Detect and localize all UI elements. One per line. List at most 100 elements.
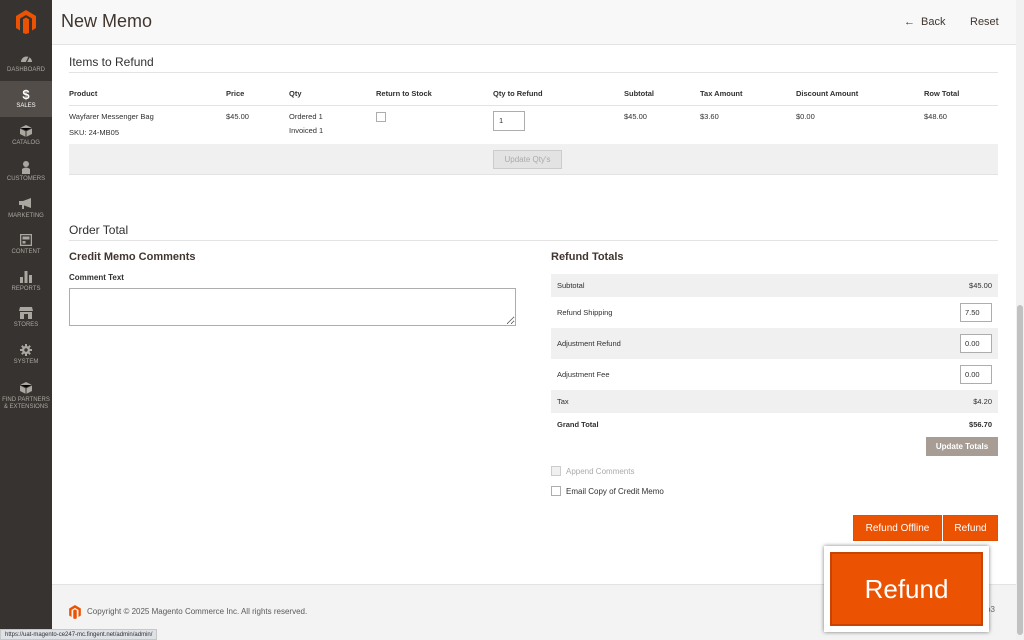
divider (69, 240, 998, 241)
back-button[interactable]: ← Back (904, 16, 945, 28)
adjustment-refund-label: Adjustment Refund (557, 339, 621, 348)
items-to-refund-title: Items to Refund (69, 55, 154, 69)
order-total-title: Order Total (69, 223, 129, 237)
comment-text-input[interactable] (69, 288, 516, 326)
adjustment-fee-label: Adjustment Fee (557, 370, 610, 379)
grand-total-row: Grand Total $56.70 (551, 413, 998, 436)
page-scrollbar[interactable] (1016, 0, 1024, 640)
append-comments-checkbox[interactable] (551, 466, 561, 476)
nav-sales[interactable]: $ SALES (0, 80, 52, 117)
item-discount: $0.00 (796, 112, 815, 121)
nav-system[interactable]: SYSTEM (0, 336, 52, 373)
nav-label: MARKETING (8, 212, 44, 219)
scrollbar-thumb[interactable] (1017, 305, 1023, 635)
refund-totals-title: Refund Totals (551, 251, 624, 263)
adjustment-refund-input[interactable]: 0.00 (960, 334, 992, 353)
gauge-icon (20, 51, 33, 65)
item-price: $45.00 (226, 112, 249, 121)
credit-memo-comments-title: Credit Memo Comments (69, 251, 196, 263)
col-header-subtotal: Subtotal (624, 89, 654, 98)
col-header-qty-to-refund: Qty to Refund (493, 89, 543, 98)
adjustment-fee-row: Adjustment Fee 0.00 (551, 359, 998, 390)
page-header: New Memo ← Back Reset (52, 0, 1016, 45)
adjustment-fee-input[interactable]: 0.00 (960, 365, 992, 384)
cube-icon (20, 124, 32, 138)
append-comments-label: Append Comments (566, 466, 635, 476)
nav-label: CUSTOMERS (6, 176, 46, 183)
qty-ordered: Ordered 1 (289, 112, 323, 121)
admin-sidebar: DASHBOARD $ SALES CATALOG CUSTOMERS MARK… (0, 0, 52, 640)
update-totals-button[interactable]: Update Totals (926, 437, 998, 456)
email-copy-label: Email Copy of Credit Memo (566, 486, 664, 496)
arrow-left-icon: ← (904, 16, 915, 28)
comment-text-label: Comment Text (69, 273, 124, 282)
refund-offline-button[interactable]: Refund Offline (853, 515, 942, 541)
qty-invoiced: Invoiced 1 (289, 126, 324, 135)
email-copy-option[interactable]: Email Copy of Credit Memo (551, 486, 664, 496)
divider (69, 72, 998, 73)
nav-dashboard[interactable]: DASHBOARD (0, 44, 52, 81)
col-header-discount-amount: Discount Amount (796, 89, 859, 98)
table-header-divider (69, 105, 998, 106)
page-title: New Memo (61, 11, 153, 31)
nav-label: DASHBOARD (6, 66, 45, 73)
col-header-tax-amount: Tax Amount (700, 89, 743, 98)
product-name: Wayfarer Messenger Bag (69, 112, 154, 121)
nav-find-partners[interactable]: FIND PARTNERS & EXTENSIONS (0, 373, 52, 419)
nav-content[interactable]: CONTENT (0, 227, 52, 264)
grand-total-value: $56.70 (969, 420, 992, 429)
totals-subtotal-row: Subtotal $45.00 (551, 274, 998, 297)
megaphone-icon (19, 197, 33, 211)
col-header-product: Product (69, 89, 98, 98)
product-sku: SKU: 24-MB05 (69, 128, 120, 137)
layout-icon (20, 233, 32, 247)
col-header-qty: Qty (289, 89, 302, 98)
append-comments-option[interactable]: Append Comments (551, 466, 634, 476)
refund-shipping-label: Refund Shipping (557, 308, 613, 317)
box-icon (20, 381, 32, 395)
refund-button[interactable]: Refund (943, 515, 998, 541)
adjustment-refund-row: Adjustment Refund 0.00 (551, 328, 998, 359)
back-button-label: Back (921, 16, 946, 28)
gear-icon (20, 343, 32, 357)
return-to-stock-checkbox[interactable] (376, 112, 386, 122)
item-subtotal: $45.00 (624, 112, 647, 121)
totals-tax-value: $4.20 (973, 397, 992, 406)
totals-tax-label: Tax (557, 397, 569, 406)
store-icon (19, 306, 33, 320)
person-icon (21, 160, 31, 174)
nav-customers[interactable]: CUSTOMERS (0, 154, 52, 191)
nav-label: SALES (16, 103, 36, 110)
magento-footer-logo-icon (69, 605, 81, 624)
col-header-return-to-stock: Return to Stock (376, 89, 432, 98)
bar-chart-icon (20, 270, 32, 284)
nav-marketing[interactable]: MARKETING (0, 190, 52, 227)
dollar-icon: $ (22, 86, 30, 102)
nav-label: REPORTS (11, 285, 41, 292)
nav-reports[interactable]: REPORTS (0, 263, 52, 300)
qty-to-refund-input[interactable]: 1 (493, 111, 525, 131)
nav-stores[interactable]: STORES (0, 300, 52, 337)
refund-callout-label[interactable]: Refund (830, 552, 983, 626)
copyright-text: Copyright © 2025 Magento Commerce Inc. A… (87, 607, 308, 616)
magento-logo-icon[interactable] (0, 0, 52, 44)
col-header-row-total: Row Total (924, 89, 960, 98)
col-header-price: Price (226, 89, 245, 98)
nav-label: CATALOG (12, 139, 40, 146)
nav-label: FIND PARTNERS & EXTENSIONS (2, 396, 50, 410)
status-url: https://uat-magento-ce247-mc.fingent.net… (0, 629, 158, 640)
refund-shipping-input[interactable]: 7.50 (960, 303, 992, 322)
refund-button-callout: Refund (824, 546, 989, 632)
reset-button[interactable]: Reset (970, 16, 999, 28)
update-qty-button[interactable]: Update Qty's (493, 150, 562, 169)
totals-tax-row: Tax $4.20 (551, 390, 998, 413)
totals-subtotal-value: $45.00 (969, 281, 992, 290)
totals-subtotal-label: Subtotal (557, 281, 585, 290)
grand-total-label: Grand Total (557, 420, 599, 429)
nav-catalog[interactable]: CATALOG (0, 117, 52, 154)
item-tax: $3.60 (700, 112, 719, 121)
nav-label: CONTENT (11, 249, 41, 256)
nav-label: SYSTEM (13, 358, 39, 365)
nav-label: STORES (13, 322, 39, 329)
email-copy-checkbox[interactable] (551, 486, 561, 496)
